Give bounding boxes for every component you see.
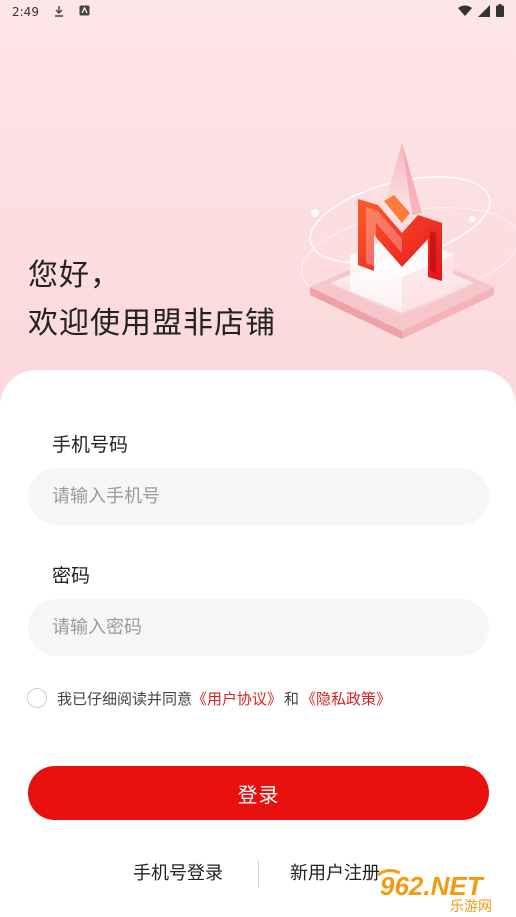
signal-icon — [478, 4, 490, 20]
agreement-and: 和 — [284, 689, 300, 708]
battery-icon — [496, 4, 504, 20]
login-button[interactable]: 登录 — [28, 766, 489, 820]
phone-input[interactable] — [28, 468, 489, 525]
user-agreement-link[interactable]: 《用户协议》 — [192, 688, 282, 709]
brand-logo-illustration — [290, 135, 516, 365]
status-bar: 2:49 — [0, 0, 516, 24]
wifi-icon — [458, 5, 472, 20]
agreement-row: 我已仔细阅读并同意 《用户协议》 和 《隐私政策》 — [27, 687, 391, 709]
password-input[interactable] — [28, 599, 489, 656]
phone-label: 手机号码 — [52, 434, 129, 456]
watermark-text: 962.NET — [380, 871, 485, 901]
greeting-line-1: 您好， — [28, 258, 121, 293]
watermark-subtext: 乐游网 — [450, 899, 492, 913]
privacy-policy-link[interactable]: 《隐私政策》 — [301, 688, 391, 709]
phone-login-link[interactable]: 手机号登录 — [133, 858, 223, 890]
bottom-divider — [258, 860, 259, 888]
greeting-line-2: 欢迎使用盟非店铺 — [28, 306, 276, 341]
welcome-greeting: 您好， 欢迎使用盟非店铺 — [28, 252, 276, 348]
download-icon — [53, 5, 65, 20]
app-notification-icon — [79, 5, 90, 19]
site-watermark: 962.NET 乐游网 — [370, 865, 510, 915]
status-time: 2:49 — [12, 5, 39, 19]
agreement-prefix: 我已仔细阅读并同意 — [57, 689, 193, 708]
agreement-checkbox[interactable] — [27, 688, 47, 708]
password-label: 密码 — [52, 565, 91, 587]
login-screen: 2:49 您好， 欢迎使用盟非店铺 手机号码 请输入手机号 密码 我已仔细阅读并… — [0, 0, 516, 917]
register-link[interactable]: 新用户注册 — [290, 858, 380, 890]
